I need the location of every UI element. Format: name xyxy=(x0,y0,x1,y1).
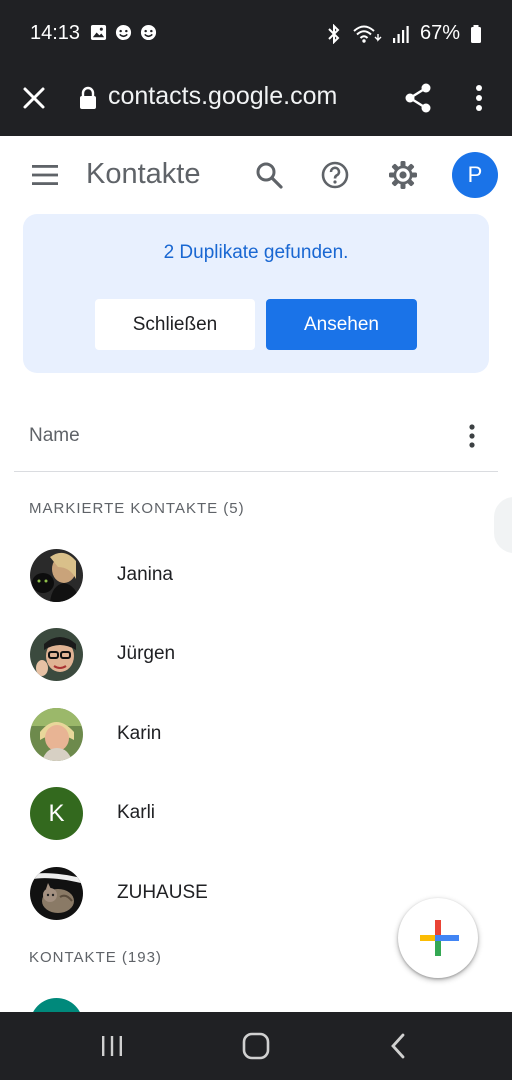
help-icon[interactable] xyxy=(320,160,350,190)
contact-name: Karli xyxy=(117,802,156,823)
contact-name: Karin xyxy=(117,723,162,744)
account-avatar[interactable]: P xyxy=(452,152,498,198)
search-icon[interactable] xyxy=(254,160,284,190)
close-icon[interactable] xyxy=(20,84,48,112)
system-nav-bar xyxy=(0,1012,512,1080)
recents-icon[interactable] xyxy=(100,1034,124,1058)
battery-percent: 67% xyxy=(419,22,460,44)
contacts-section-header: KONTAKTE (193) xyxy=(29,949,162,966)
share-icon[interactable] xyxy=(402,82,434,114)
settings-icon[interactable] xyxy=(387,159,419,191)
menu-icon[interactable] xyxy=(30,164,60,186)
contact-name: Janina xyxy=(117,564,173,585)
url-text[interactable]: contacts.google.com xyxy=(108,82,337,111)
bluetooth-icon xyxy=(328,23,340,44)
wifi-icon xyxy=(353,25,382,43)
contact-row[interactable]: Jürgen xyxy=(0,614,512,692)
avatar xyxy=(30,628,83,681)
sync-icon xyxy=(140,24,157,41)
sort-label[interactable]: Name xyxy=(29,425,80,447)
page-title: Kontakte xyxy=(86,158,201,190)
contact-row[interactable]: Karin xyxy=(0,694,512,772)
sync-icon xyxy=(115,24,132,41)
status-bar: 14:13 67% xyxy=(0,0,512,66)
dismiss-button[interactable]: Schließen xyxy=(95,299,255,350)
browser-toolbar: contacts.google.com xyxy=(0,66,512,136)
app-bar: Kontakte P xyxy=(0,136,512,214)
battery-icon xyxy=(471,24,481,43)
divider xyxy=(14,471,498,472)
back-icon[interactable] xyxy=(388,1032,408,1060)
home-icon[interactable] xyxy=(242,1032,270,1060)
contact-name: Jürgen xyxy=(117,643,176,664)
status-time: 14:13 xyxy=(30,22,81,44)
contact-row[interactable]: Janina xyxy=(0,535,512,613)
avatar xyxy=(30,549,83,602)
add-contact-button[interactable] xyxy=(398,898,478,978)
banner-message: 2 Duplikate gefunden. xyxy=(163,242,349,263)
avatar: K xyxy=(30,787,83,840)
avatar xyxy=(30,708,83,761)
list-header: Name xyxy=(0,400,512,472)
duplicates-banner: 2 Duplikate gefunden. Schließen Ansehen xyxy=(23,214,489,373)
gallery-icon xyxy=(90,24,107,41)
signal-icon xyxy=(392,25,409,43)
starred-section-header: MARKIERTE KONTAKTE (5) xyxy=(29,500,245,517)
contact-row[interactable]: K Karli xyxy=(0,773,512,851)
avatar xyxy=(30,867,83,920)
contact-name: ZUHAUSE xyxy=(117,882,208,903)
lock-icon xyxy=(80,86,96,109)
add-icon xyxy=(420,920,459,956)
more-vert-icon[interactable] xyxy=(468,82,490,114)
more-vert-icon[interactable] xyxy=(463,422,481,450)
view-duplicates-button[interactable]: Ansehen xyxy=(266,299,417,350)
